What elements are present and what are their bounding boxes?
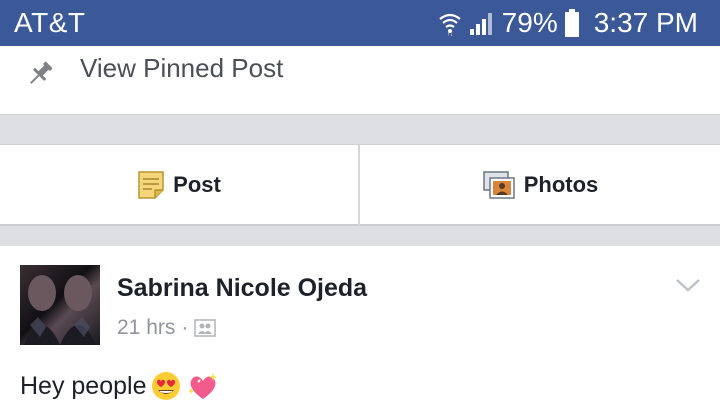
post-time[interactable]: 21 hrs bbox=[117, 316, 175, 340]
signal-icon bbox=[469, 13, 492, 35]
status-indicators: ↑↓ 79% 3:37 PM bbox=[438, 5, 698, 41]
author-name[interactable]: Sabrina Nicole Ojeda bbox=[117, 274, 367, 303]
pin-icon bbox=[24, 58, 56, 95]
friends-icon[interactable] bbox=[194, 319, 217, 337]
heart-eyes-emoji bbox=[152, 372, 181, 400]
view-pinned-post-label: View Pinned Post bbox=[80, 53, 284, 83]
battery-percent: 79% bbox=[501, 7, 558, 38]
status-bar: AT&T ↑↓ 79% 3:37 PM bbox=[0, 0, 720, 46]
chevron-down-icon[interactable] bbox=[674, 276, 702, 299]
meta-separator: · bbox=[181, 316, 189, 339]
note-icon bbox=[138, 171, 164, 199]
post-button[interactable]: Post bbox=[0, 145, 358, 225]
carrier-label: AT&T bbox=[14, 7, 86, 38]
feed-post: Sabrina Nicole Ojeda 21 hrs · Hey people bbox=[0, 246, 720, 405]
post-text: Hey people bbox=[20, 371, 147, 400]
avatar[interactable] bbox=[20, 265, 100, 345]
post-button-label: Post bbox=[173, 172, 221, 197]
section-separator bbox=[0, 226, 720, 246]
photos-icon bbox=[482, 171, 515, 199]
clock: 3:37 PM bbox=[593, 7, 698, 38]
view-pinned-post-row[interactable]: View Pinned Post bbox=[0, 46, 720, 114]
post-meta: 21 hrs · bbox=[117, 316, 217, 340]
sparkling-heart-emoji bbox=[188, 373, 218, 399]
post-body: Hey people bbox=[20, 370, 220, 402]
battery-icon bbox=[564, 9, 579, 37]
wifi-icon: ↑↓ bbox=[438, 13, 461, 37]
svg-text:↑↓: ↑↓ bbox=[447, 32, 453, 37]
composer-actions: Post Photos bbox=[0, 144, 720, 226]
section-separator bbox=[0, 114, 720, 144]
photos-button-label: Photos bbox=[523, 172, 599, 197]
photos-button[interactable]: Photos bbox=[360, 145, 720, 225]
